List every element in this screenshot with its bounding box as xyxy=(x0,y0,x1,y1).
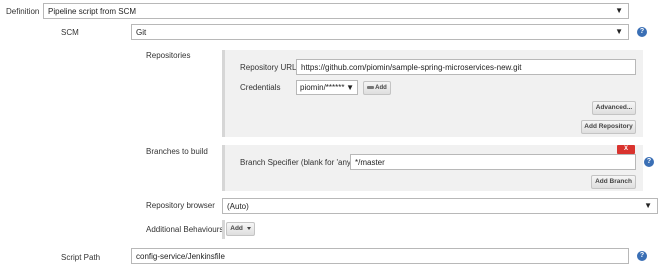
add-branch-button[interactable]: Add Branch xyxy=(591,175,636,189)
help-icon[interactable]: ? xyxy=(644,157,654,167)
repositories-label: Repositories xyxy=(146,51,191,60)
scm-selected-value: Git xyxy=(136,28,147,37)
credentials-selected-value: piomin/****** xyxy=(300,83,345,92)
branches-label: Branches to build xyxy=(146,147,208,156)
advanced-button[interactable]: Advanced... xyxy=(592,101,636,115)
add-behaviour-label: Add xyxy=(230,225,243,232)
scm-label: SCM xyxy=(61,28,79,37)
delete-branch-button[interactable]: X xyxy=(617,145,635,154)
repository-url-label: Repository URL xyxy=(240,63,297,72)
dropdown-arrow-icon: ▼ xyxy=(615,27,623,36)
help-icon[interactable]: ? xyxy=(637,27,647,37)
definition-select[interactable]: Pipeline script from SCM ▼ xyxy=(43,3,629,19)
add-credentials-label: Add xyxy=(375,85,387,91)
repository-browser-label: Repository browser xyxy=(146,201,215,210)
chevron-down-icon xyxy=(246,226,251,230)
key-icon xyxy=(367,85,375,89)
dropdown-arrow-icon: ▼ xyxy=(615,6,623,15)
dropdown-arrow-icon: ▼ xyxy=(346,83,354,92)
definition-label: Definition xyxy=(6,7,40,16)
scm-select[interactable]: Git ▼ xyxy=(131,24,629,40)
repository-browser-selected-value: (Auto) xyxy=(227,202,249,211)
script-path-label: Script Path xyxy=(61,253,101,262)
dropdown-arrow-icon: ▼ xyxy=(644,201,652,210)
repository-url-input[interactable] xyxy=(296,59,636,75)
add-credentials-button[interactable]: Add xyxy=(363,81,391,95)
help-icon[interactable]: ? xyxy=(637,251,647,261)
script-path-input[interactable] xyxy=(131,248,629,264)
add-behaviour-button[interactable]: Add xyxy=(226,222,255,236)
branch-specifier-label: Branch Specifier (blank for 'any') xyxy=(240,158,356,167)
add-repository-button[interactable]: Add Repository xyxy=(581,120,636,134)
credentials-select[interactable]: piomin/****** ▼ xyxy=(296,80,358,95)
additional-behaviours-label: Additional Behaviours xyxy=(146,225,224,234)
credentials-label: Credentials xyxy=(240,83,281,92)
definition-selected-value: Pipeline script from SCM xyxy=(48,7,137,16)
branch-specifier-input[interactable] xyxy=(350,154,636,170)
repository-browser-select[interactable]: (Auto) ▼ xyxy=(222,198,658,214)
